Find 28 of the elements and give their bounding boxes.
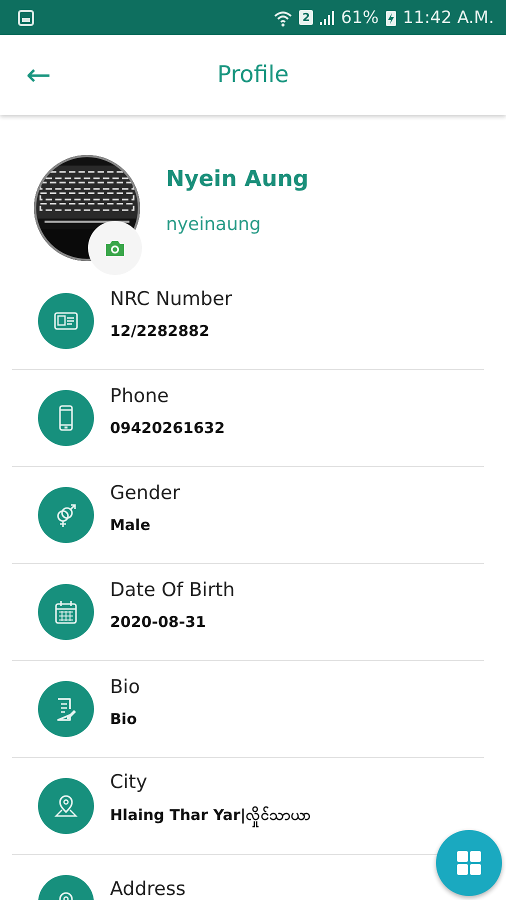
field-label: NRC Number (110, 288, 232, 310)
grid-icon (456, 850, 482, 876)
field-label: Bio (110, 676, 140, 698)
field-value: Hlaing Thar Yar|လှိုင်သာယာ (110, 805, 311, 827)
wifi-icon (273, 8, 294, 26)
sim-badge: 2 (299, 10, 313, 25)
field-value: 12/2282882 (110, 322, 210, 340)
field-label: Address (110, 878, 186, 900)
back-button[interactable]: ← (14, 58, 64, 92)
field-label: City (110, 771, 148, 793)
field-label: Gender (110, 482, 180, 504)
clock-time: 11:42 A.M. (402, 8, 494, 28)
field-label: Date Of Birth (110, 579, 235, 601)
field-value: 2020-08-31 (110, 613, 207, 631)
battery-charging-icon (384, 8, 397, 26)
gallery-icon (18, 10, 34, 26)
menu-fab[interactable] (436, 830, 502, 896)
profile-name: Nyein Aung (166, 167, 309, 192)
camera-icon (104, 239, 126, 257)
battery-percent: 61% (341, 8, 379, 28)
field-label: Phone (110, 385, 170, 407)
username: nyeinaung (166, 214, 262, 235)
calendar-icon (52, 598, 80, 626)
field-value: 09420261632 (110, 419, 225, 437)
screen-title: Profile (217, 62, 289, 88)
field-value: Male (110, 516, 152, 534)
field-value: Bio (110, 710, 138, 728)
signal-icon (319, 10, 335, 26)
